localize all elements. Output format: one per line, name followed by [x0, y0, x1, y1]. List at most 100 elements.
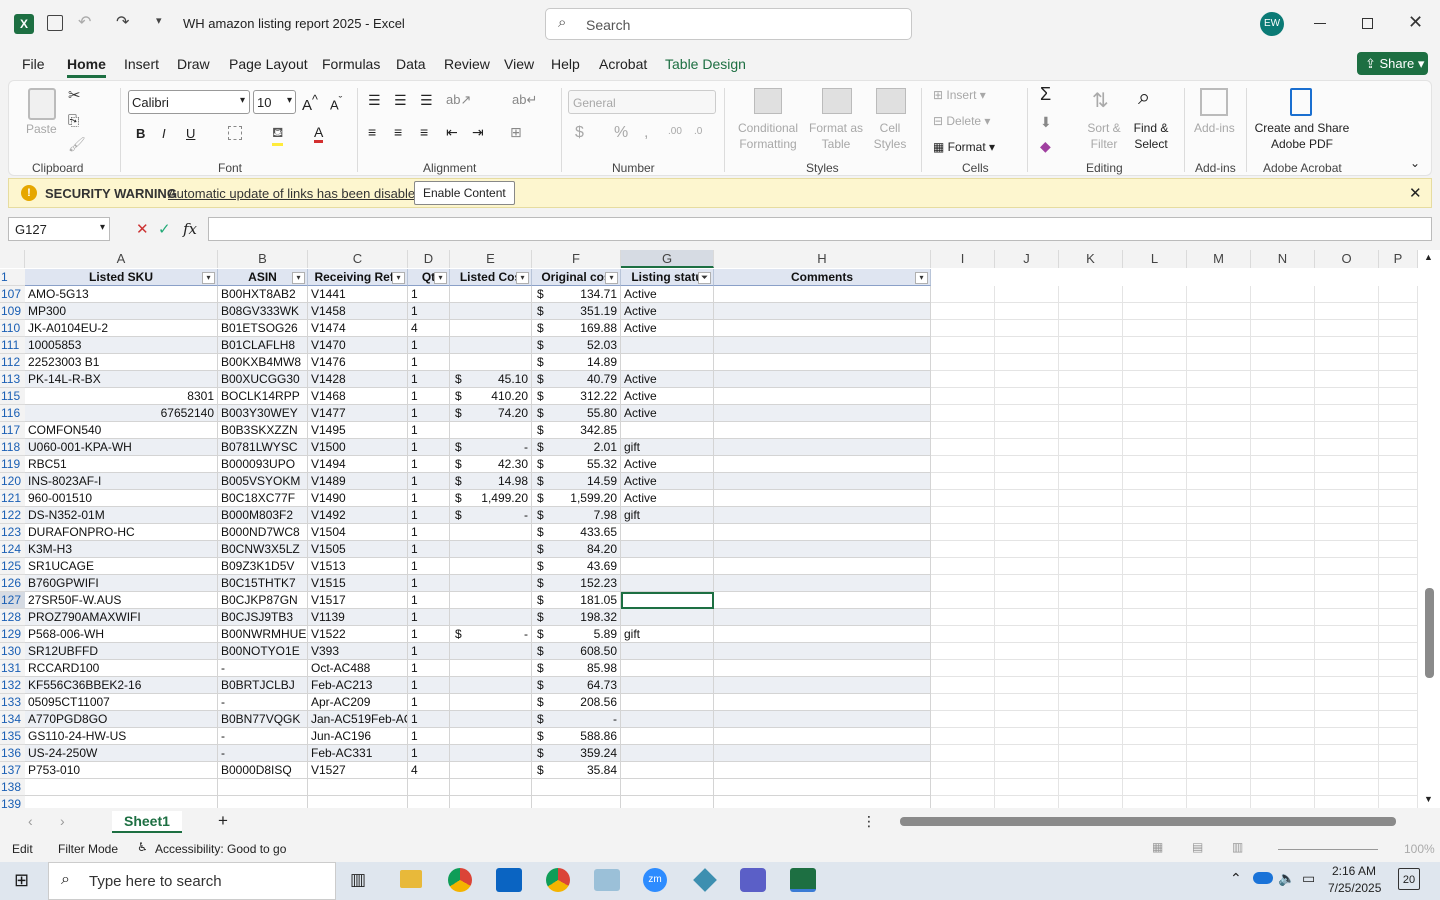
table-cell[interactable]: GS110-24-HW-US — [25, 728, 218, 745]
table-cell[interactable]: V1489 — [308, 473, 408, 490]
empty-cell[interactable] — [1187, 575, 1251, 592]
delete-cells-button[interactable]: ⊟ Delete ▾ — [933, 114, 990, 128]
table-cell[interactable] — [308, 779, 408, 796]
empty-cell[interactable] — [995, 507, 1059, 524]
table-cell[interactable]: $5.89 — [532, 626, 621, 643]
empty-cell[interactable] — [1251, 694, 1315, 711]
table-cell[interactable]: P753-010 — [25, 762, 218, 779]
empty-cell[interactable] — [1315, 490, 1379, 507]
table-cell[interactable]: US-24-250W — [25, 745, 218, 762]
empty-cell[interactable] — [1187, 609, 1251, 626]
table-cell[interactable] — [714, 524, 931, 541]
table-header-cell[interactable]: Qt ▾ — [408, 269, 450, 286]
table-cell[interactable]: 1 — [408, 303, 450, 320]
empty-cell[interactable] — [1123, 643, 1187, 660]
empty-cell[interactable] — [1379, 660, 1418, 677]
empty-cell[interactable] — [1059, 745, 1123, 762]
empty-cell[interactable] — [1187, 337, 1251, 354]
next-sheet-icon[interactable]: › — [60, 813, 65, 829]
empty-cell[interactable] — [995, 626, 1059, 643]
empty-cell[interactable] — [1315, 609, 1379, 626]
table-cell[interactable] — [714, 711, 931, 728]
table-cell[interactable]: Active — [621, 320, 714, 337]
empty-cell[interactable] — [1251, 354, 1315, 371]
table-cell[interactable] — [450, 745, 532, 762]
table-cell[interactable] — [714, 796, 931, 808]
row-header[interactable]: 138 — [0, 779, 25, 796]
empty-cell[interactable] — [1123, 541, 1187, 558]
table-cell[interactable] — [25, 779, 218, 796]
empty-cell[interactable] — [1315, 371, 1379, 388]
row-header[interactable]: 139 — [0, 796, 25, 808]
row-header[interactable]: 135 — [0, 728, 25, 745]
align-bottom-icon[interactable]: ☰ — [420, 92, 433, 109]
table-cell[interactable]: 1 — [408, 626, 450, 643]
row-header[interactable]: 113 — [0, 371, 25, 388]
empty-cell[interactable] — [1251, 456, 1315, 473]
empty-cell[interactable] — [1123, 558, 1187, 575]
decrease-font-icon[interactable]: Aˇ — [330, 95, 342, 112]
table-cell[interactable]: - — [218, 694, 308, 711]
table-cell[interactable]: $74.20 — [450, 405, 532, 422]
table-cell[interactable] — [714, 337, 931, 354]
font-name-dropdown[interactable]: Calibri ▾ — [128, 90, 250, 114]
row-header[interactable]: 118 — [0, 439, 25, 456]
row-header[interactable]: 117 — [0, 422, 25, 439]
notifications-icon[interactable]: 20 — [1398, 868, 1420, 890]
empty-cell[interactable] — [1315, 541, 1379, 558]
table-cell[interactable] — [450, 286, 532, 303]
table-cell[interactable]: BOCLK14RPP — [218, 388, 308, 405]
row-header[interactable]: 109 — [0, 303, 25, 320]
row-header[interactable]: 137 — [0, 762, 25, 779]
table-header-cell[interactable]: Listed SKU ▾ — [25, 269, 218, 286]
table-cell[interactable]: V393 — [308, 643, 408, 660]
prev-sheet-icon[interactable]: ‹ — [28, 813, 33, 829]
empty-cell[interactable] — [1379, 541, 1418, 558]
empty-cell[interactable] — [1315, 575, 1379, 592]
empty-cell[interactable] — [1379, 677, 1418, 694]
table-cell[interactable]: P568-006-WH — [25, 626, 218, 643]
table-cell[interactable]: U060-001-KPA-WH — [25, 439, 218, 456]
align-middle-icon[interactable]: ☰ — [394, 92, 407, 109]
teams-icon[interactable] — [740, 868, 766, 892]
empty-cell[interactable] — [1123, 660, 1187, 677]
table-cell[interactable]: $410.20 — [450, 388, 532, 405]
align-right-icon[interactable]: ≡ — [420, 124, 428, 140]
table-cell[interactable]: $43.69 — [532, 558, 621, 575]
empty-cell[interactable] — [995, 354, 1059, 371]
table-cell[interactable]: V1470 — [308, 337, 408, 354]
table-cell[interactable] — [714, 490, 931, 507]
table-cell[interactable]: 1 — [408, 541, 450, 558]
format-as-table-icon[interactable] — [822, 88, 852, 114]
empty-cell[interactable] — [1187, 558, 1251, 575]
empty-cell[interactable] — [931, 405, 995, 422]
table-cell[interactable] — [450, 660, 532, 677]
table-cell[interactable] — [408, 796, 450, 808]
table-cell[interactable]: SR12UBFFD — [25, 643, 218, 660]
empty-cell[interactable] — [1123, 524, 1187, 541]
table-cell[interactable]: 1 — [408, 524, 450, 541]
table-cell[interactable] — [714, 473, 931, 490]
empty-cell[interactable] — [931, 320, 995, 337]
table-cell[interactable]: B000M803F2 — [218, 507, 308, 524]
enter-icon[interactable]: ✓ — [158, 220, 171, 238]
table-cell[interactable] — [714, 779, 931, 796]
table-cell[interactable]: B00XUCGG30 — [218, 371, 308, 388]
empty-cell[interactable] — [931, 694, 995, 711]
enable-content-button[interactable]: Enable Content — [414, 181, 515, 205]
table-cell[interactable] — [714, 507, 931, 524]
table-cell[interactable]: Apr-AC209 — [308, 694, 408, 711]
empty-cell[interactable] — [1059, 626, 1123, 643]
empty-cell[interactable] — [995, 796, 1059, 808]
column-header[interactable]: D — [408, 250, 450, 268]
empty-cell[interactable] — [1123, 779, 1187, 796]
column-header[interactable]: K — [1059, 250, 1123, 268]
fill-icon[interactable]: ⬇ — [1040, 114, 1052, 131]
empty-cell[interactable] — [931, 371, 995, 388]
empty-cell[interactable] — [931, 779, 995, 796]
empty-cell[interactable] — [931, 388, 995, 405]
undo-icon[interactable]: ↶ — [78, 12, 91, 32]
conditional-formatting-icon[interactable] — [754, 88, 782, 114]
table-cell[interactable]: V1500 — [308, 439, 408, 456]
table-cell[interactable]: $359.24 — [532, 745, 621, 762]
